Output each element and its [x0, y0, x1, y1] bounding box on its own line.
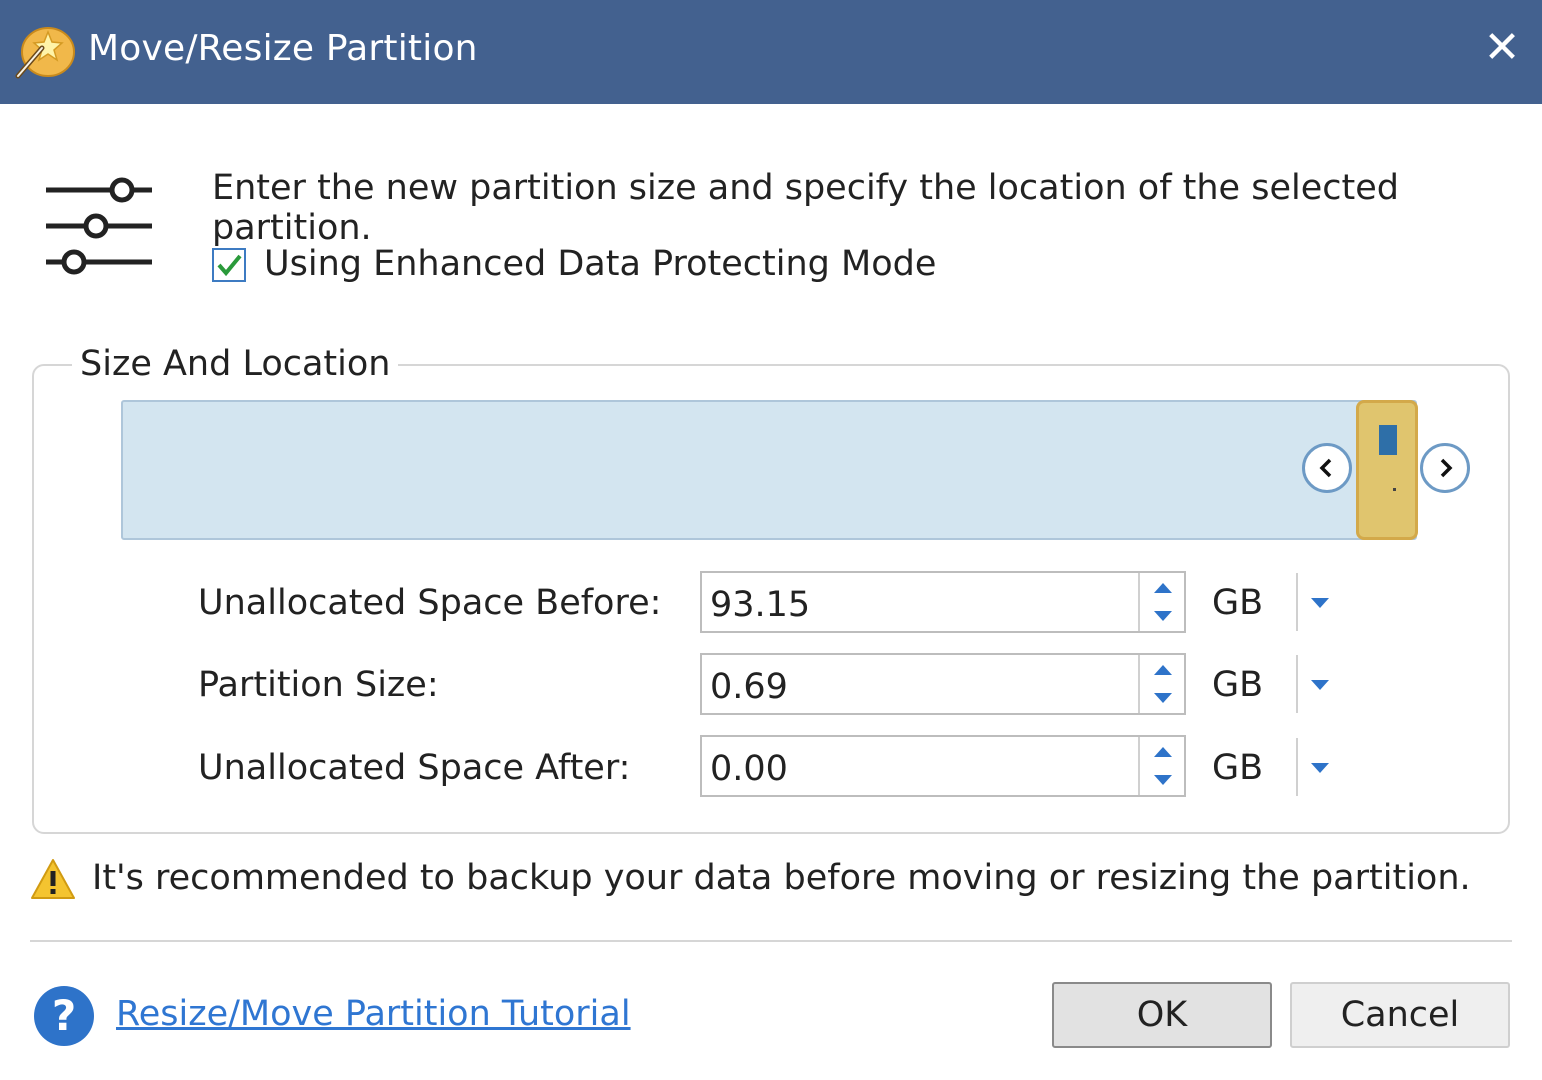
chevron-right-icon: [1440, 458, 1453, 478]
footer-divider: [30, 940, 1512, 942]
tutorial-link[interactable]: Resize/Move Partition Tutorial: [116, 994, 631, 1034]
spin-down-icon[interactable]: [1140, 602, 1186, 631]
disk-map-bar[interactable]: [121, 400, 1417, 540]
sliders-icon: [46, 177, 152, 275]
chevron-down-icon[interactable]: [1306, 674, 1334, 696]
unallocated-after-unit[interactable]: GB: [1212, 748, 1263, 788]
unallocated-before-value[interactable]: 93.15: [710, 585, 810, 625]
close-button[interactable]: ✕: [1476, 22, 1528, 74]
unit-separator: [1296, 573, 1298, 631]
partition-used-space: [1379, 425, 1397, 455]
unallocated-before-label: Unallocated Space Before:: [198, 583, 662, 623]
partition-size-input[interactable]: 0.69: [700, 653, 1186, 715]
unallocated-after-value[interactable]: 0.00: [710, 749, 788, 789]
enhanced-mode-checkbox[interactable]: [212, 248, 246, 282]
partition-block[interactable]: [1356, 400, 1418, 540]
spin-up-icon[interactable]: [1140, 737, 1186, 766]
spin-up-icon[interactable]: [1140, 573, 1186, 602]
window-title: Move/Resize Partition: [88, 28, 478, 69]
unallocated-before-input[interactable]: 93.15: [700, 571, 1186, 633]
partition-size-unit[interactable]: GB: [1212, 665, 1263, 705]
cancel-button[interactable]: Cancel: [1290, 982, 1510, 1048]
move-left-button[interactable]: [1302, 443, 1352, 493]
size-location-title: Size And Location: [72, 344, 399, 384]
warning-text: It's recommended to backup your data bef…: [92, 858, 1471, 898]
partition-marker: [1393, 488, 1396, 491]
spin-up-icon[interactable]: [1140, 655, 1186, 684]
unit-separator: [1296, 738, 1298, 796]
checkmark-icon: [217, 254, 242, 277]
warning-icon: [31, 859, 75, 899]
partition-size-spinner: [1138, 655, 1186, 713]
chevron-down-icon[interactable]: [1306, 592, 1334, 614]
magic-wand-icon: [15, 27, 75, 79]
chevron-left-icon: [1319, 458, 1332, 478]
help-icon[interactable]: ?: [34, 986, 94, 1046]
ok-button[interactable]: OK: [1052, 982, 1272, 1048]
spin-down-icon[interactable]: [1140, 766, 1186, 795]
partition-size-value[interactable]: 0.69: [710, 667, 788, 707]
unallocated-after-label: Unallocated Space After:: [198, 748, 631, 788]
close-icon[interactable]: ✕: [1484, 22, 1521, 73]
unallocated-after-spinner: [1138, 737, 1186, 795]
enhanced-mode-label[interactable]: Using Enhanced Data Protecting Mode: [264, 244, 936, 284]
instruction-text: Enter the new partition size and specify…: [212, 168, 1399, 248]
partition-size-label: Partition Size:: [198, 665, 439, 705]
chevron-down-icon[interactable]: [1306, 757, 1334, 779]
unallocated-before-spinner: [1138, 573, 1186, 631]
unallocated-after-input[interactable]: 0.00: [700, 735, 1186, 797]
move-right-button[interactable]: [1420, 443, 1470, 493]
unallocated-before-unit[interactable]: GB: [1212, 583, 1263, 623]
unit-separator: [1296, 655, 1298, 713]
title-bar: Move/Resize Partition ✕: [0, 0, 1542, 104]
spin-down-icon[interactable]: [1140, 684, 1186, 713]
